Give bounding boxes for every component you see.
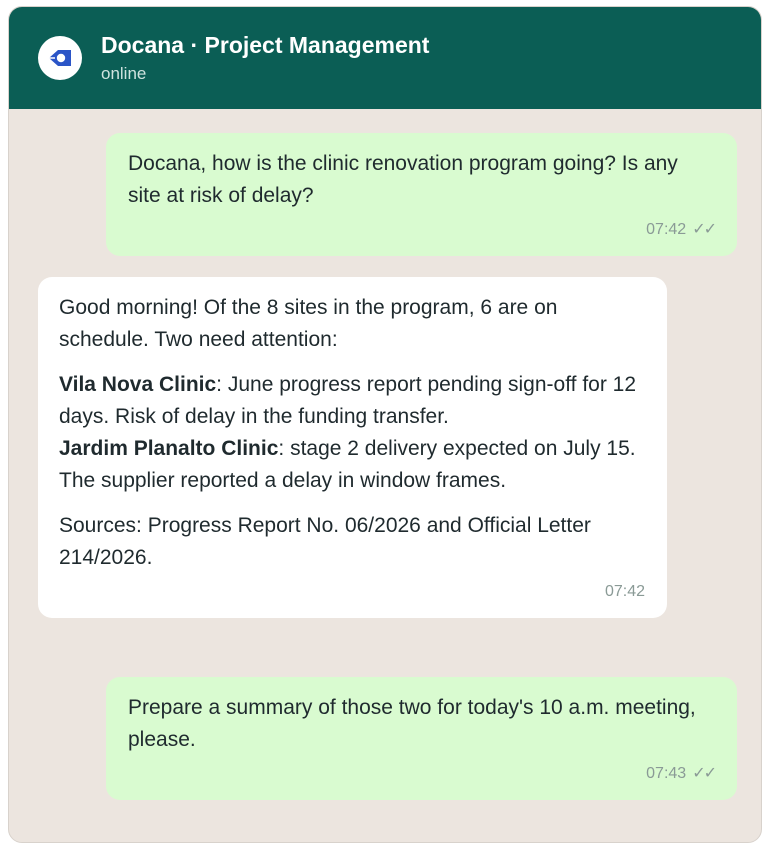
chat-title: Docana · Project Management	[101, 31, 430, 58]
message-meta: 07:43 ✓✓	[128, 764, 717, 784]
message-outgoing-2[interactable]: Prepare a summary of those two for today…	[106, 677, 737, 800]
read-receipt-icon: ✓✓	[692, 765, 717, 782]
docana-logo-icon	[49, 50, 71, 66]
message-sites: Vila Nova Clinic: June progress report p…	[59, 369, 645, 497]
message-time: 07:43	[646, 765, 687, 782]
read-receipt-icon: ✓✓	[692, 221, 717, 238]
message-time: 07:42	[646, 221, 687, 238]
message-sources: Sources: Progress Report No. 06/2026 and…	[59, 514, 591, 569]
message-meta: 07:42	[59, 582, 645, 602]
site-name: Jardim Planalto Clinic	[59, 437, 279, 460]
message-text: Prepare a summary of those two for today…	[128, 696, 696, 751]
message-outgoing-1[interactable]: Docana, how is the clinic renovation pro…	[106, 133, 737, 256]
message-incoming-1[interactable]: Good morning! Of the 8 sites in the prog…	[38, 277, 667, 618]
message-intro: Good morning! Of the 8 sites in the prog…	[59, 296, 558, 351]
chat-status: online	[101, 63, 147, 83]
message-text: Docana, how is the clinic renovation pro…	[128, 152, 678, 207]
message-time: 07:42	[604, 583, 645, 600]
chat-header: Docana · Project Management online	[9, 7, 761, 109]
chat-window: Docana · Project Management online Docan…	[8, 6, 762, 843]
avatar[interactable]	[38, 36, 82, 80]
message-meta: 07:42 ✓✓	[128, 220, 717, 240]
site-name: Vila Nova Clinic	[59, 373, 217, 396]
